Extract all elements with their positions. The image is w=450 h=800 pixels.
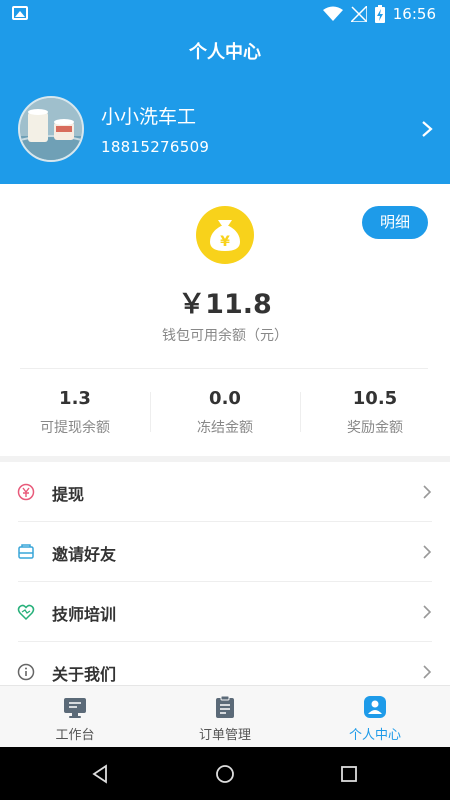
menu-list: 提现 邀请好友 技师培训 关于我们 — [0, 462, 450, 702]
avatar[interactable] — [18, 96, 84, 162]
menu-item-label: 关于我们 — [52, 665, 117, 684]
svg-text:¥: ¥ — [220, 234, 230, 250]
menu-item-label: 技师培训 — [52, 605, 117, 624]
profile-header: 个人中心 小小洗车工 18815276509 — [0, 28, 450, 184]
chevron-right-icon — [423, 485, 432, 499]
tab-orders[interactable]: 订单管理 — [150, 686, 300, 747]
detail-button[interactable]: 明细 — [362, 206, 428, 239]
stat-value: 10.5 — [352, 388, 398, 409]
stat-withdrawable: 1.3 可提现余额 — [0, 380, 150, 444]
tab-profile[interactable]: 个人中心 — [300, 686, 450, 747]
training-icon — [17, 604, 35, 621]
stat-value: 0.0 — [209, 388, 241, 409]
monitor-icon — [64, 698, 86, 718]
chevron-right-icon[interactable] — [420, 120, 434, 138]
status-time: 16:56 — [392, 5, 436, 23]
profile-phone: 18815276509 — [101, 138, 210, 156]
chevron-right-icon — [423, 545, 432, 559]
divider — [20, 368, 428, 369]
wallet-card: 明细 ¥ ￥11.8 钱包可用余额（元） 1.3 可提现余额 0.0 冻结金额 … — [0, 184, 450, 456]
chevron-right-icon — [423, 665, 432, 679]
profile-name: 小小洗车工 — [101, 106, 197, 128]
no-signal-icon — [350, 6, 367, 22]
stat-value: 1.3 — [59, 388, 91, 409]
svg-text:x: x — [336, 15, 340, 22]
stat-label: 冻结金额 — [197, 420, 253, 436]
page-title: 个人中心 — [189, 42, 261, 63]
recents-icon[interactable] — [337, 762, 361, 786]
money-bag-icon: ¥ — [196, 206, 254, 264]
status-icons: x 16:56 — [322, 4, 436, 24]
balance-amount: ￥11.8 — [178, 289, 272, 320]
home-icon[interactable] — [213, 762, 237, 786]
stat-reward: 10.5 奖励金额 — [300, 380, 450, 444]
menu-item-training[interactable]: 技师培训 — [0, 582, 450, 642]
wallet-stats: 1.3 可提现余额 0.0 冻结金额 10.5 奖励金额 — [0, 380, 450, 444]
wifi-icon: x — [322, 6, 343, 22]
stat-label: 可提现余额 — [40, 420, 110, 436]
clipboard-icon — [216, 695, 234, 718]
status-bar: x 16:56 — [0, 0, 450, 28]
chevron-right-icon — [423, 605, 432, 619]
tab-workbench[interactable]: 工作台 — [0, 686, 150, 747]
menu-item-invite[interactable]: 邀请好友 — [0, 522, 450, 582]
stat-frozen: 0.0 冻结金额 — [150, 380, 300, 444]
invite-icon — [18, 544, 34, 559]
user-icon — [364, 696, 386, 718]
balance-label: 钱包可用余额（元） — [162, 328, 288, 344]
withdraw-icon — [17, 483, 35, 501]
image-icon — [12, 6, 28, 20]
stat-label: 奖励金额 — [347, 420, 403, 436]
menu-item-label: 提现 — [52, 485, 85, 504]
tab-label: 工作台 — [55, 728, 95, 743]
info-icon — [17, 663, 35, 681]
tab-label: 个人中心 — [348, 728, 401, 743]
tab-label: 订单管理 — [198, 728, 251, 743]
menu-item-withdraw[interactable]: 提现 — [0, 462, 450, 522]
menu-item-label: 邀请好友 — [52, 545, 117, 564]
battery-charging-icon — [374, 5, 385, 23]
avatar-image — [20, 98, 82, 160]
system-nav-bar — [0, 747, 450, 800]
back-icon[interactable] — [88, 762, 112, 786]
bottom-tab-bar: 工作台 订单管理 个人中心 — [0, 685, 450, 747]
